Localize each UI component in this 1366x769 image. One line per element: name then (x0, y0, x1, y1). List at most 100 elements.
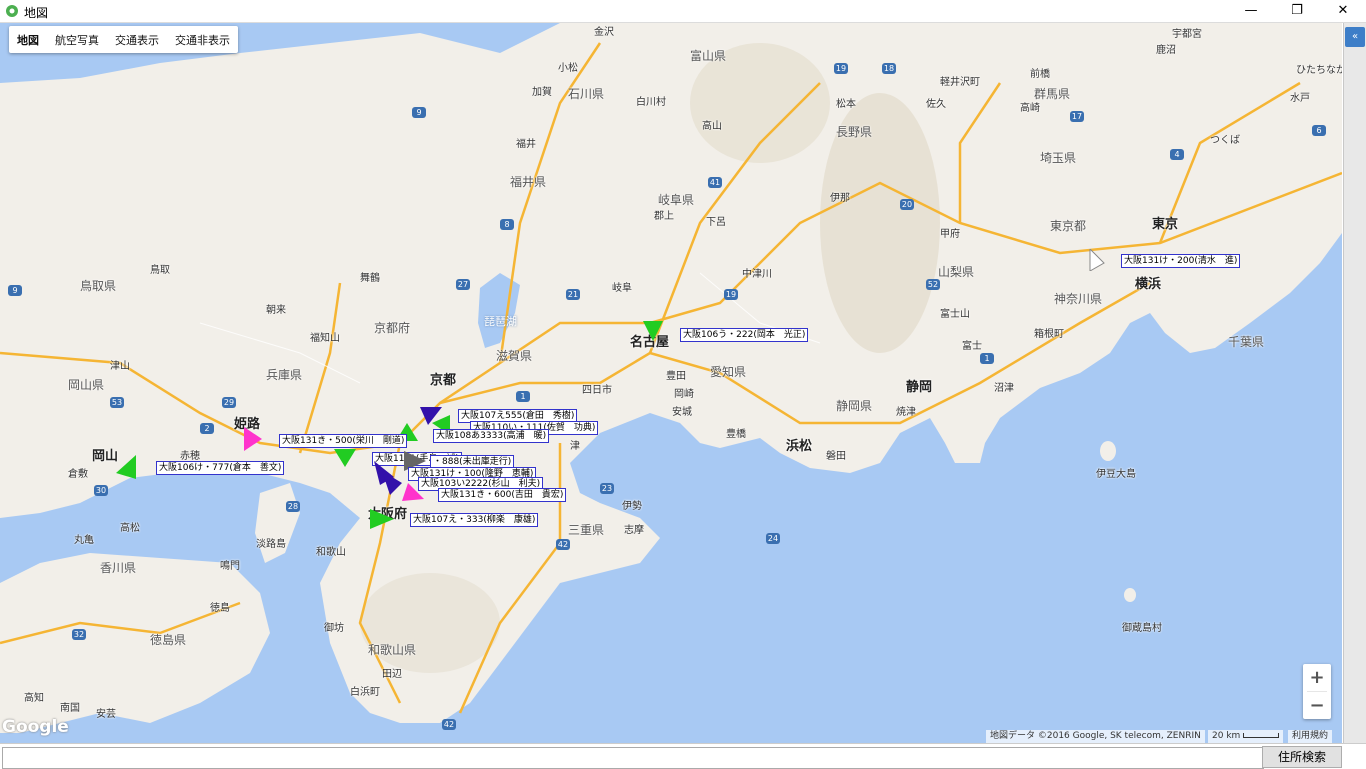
town-label: 白浜町 (350, 687, 380, 698)
town-label: 高松 (120, 523, 140, 534)
route-shield: 24 (766, 533, 780, 544)
vehicle-label[interactable]: 大阪106う・222(岡本 光正) (680, 328, 809, 342)
town-label: 丸亀 (74, 535, 94, 546)
town-label: 富士 (962, 341, 982, 352)
route-shield: 1 (980, 353, 994, 364)
map-base (0, 23, 1342, 743)
app-map-icon (6, 5, 18, 17)
route-shield: 42 (442, 719, 456, 730)
prefecture-label: 兵庫県 (266, 368, 303, 382)
town-label: 津山 (110, 361, 130, 372)
minimize-button[interactable]: — (1228, 0, 1274, 22)
town-label: 御蔵島村 (1122, 623, 1162, 634)
route-shield: 20 (900, 199, 914, 210)
town-label: 伊勢 (622, 501, 642, 512)
vehicle-marker[interactable] (334, 449, 356, 467)
vehicle-marker[interactable] (116, 455, 136, 479)
town-label: 軽井沢町 (940, 77, 980, 88)
town-label: 御坊 (324, 623, 344, 634)
prefecture-label: 三重県 (568, 523, 605, 537)
map-type-selector: 地図 航空写真 交通表示 交通非表示 (9, 26, 238, 53)
zoom-in-button[interactable]: + (1303, 664, 1331, 691)
town-label: 箱根町 (1034, 329, 1064, 340)
prefecture-label: 長野県 (836, 125, 873, 139)
vehicle-label[interactable]: 大阪107え・333(柳楽 康雄) (410, 513, 539, 527)
city-label: 東京 (1152, 217, 1179, 232)
route-shield: 19 (834, 63, 848, 74)
vehicle-marker[interactable] (402, 483, 424, 501)
town-label: 豊橋 (726, 429, 746, 440)
town-label: 加賀 (532, 87, 552, 98)
town-label: 富士山 (940, 309, 970, 320)
town-label: 淡路島 (256, 539, 286, 550)
vehicle-marker[interactable] (244, 427, 262, 451)
vehicle-marker[interactable] (382, 471, 402, 495)
town-label: ひたちなか (1296, 65, 1342, 76)
route-shield: 41 (708, 177, 722, 188)
town-label: 豊田 (666, 371, 686, 382)
prefecture-label: 京都府 (374, 321, 411, 335)
route-shield: 52 (926, 279, 940, 290)
zoom-out-button[interactable]: − (1303, 692, 1331, 719)
route-shield: 30 (94, 485, 108, 496)
town-label: 津 (570, 441, 580, 452)
route-shield: 9 (8, 285, 22, 296)
route-shield: 53 (110, 397, 124, 408)
town-label: 岐阜 (612, 283, 632, 294)
town-label: 磐田 (826, 451, 846, 462)
city-label: 浜松 (786, 439, 813, 454)
route-shield: 29 (222, 397, 236, 408)
route-shield: 4 (1170, 149, 1184, 160)
route-shield: 17 (1070, 111, 1084, 122)
map-type-map[interactable]: 地図 (9, 32, 47, 48)
prefecture-label: 和歌山県 (368, 643, 417, 657)
map-attribution: 地図データ ©2016 Google, SK telecom, ZENRIN (986, 730, 1205, 743)
address-search-button[interactable]: 住所検索 (1262, 746, 1342, 768)
town-label: 中津川 (742, 269, 772, 280)
vehicle-marker[interactable] (1088, 249, 1106, 271)
town-label: 下呂 (706, 217, 726, 228)
google-logo: Google (2, 717, 69, 737)
town-label: 伊豆大島 (1096, 469, 1136, 480)
route-shield: 2 (200, 423, 214, 434)
map-type-traffic-on[interactable]: 交通表示 (107, 32, 167, 48)
vehicle-label[interactable]: 大阪106け・777(倉本 善文) (156, 461, 285, 475)
prefecture-label: 滋賀県 (496, 349, 533, 363)
prefecture-label: 石川県 (568, 87, 605, 101)
close-button[interactable]: ✕ (1320, 0, 1366, 22)
vehicle-label[interactable]: 大阪108あ3333(高浦 暖) (433, 429, 550, 443)
prefecture-label: 埼玉県 (1040, 151, 1077, 165)
town-label: つくば (1210, 135, 1240, 146)
route-shield: 6 (1312, 125, 1326, 136)
prefecture-label: 千葉県 (1228, 335, 1265, 349)
town-label: 高山 (702, 121, 722, 132)
prefecture-label: 香川県 (100, 561, 137, 575)
prefecture-label: 山梨県 (938, 265, 975, 279)
title-bar: 地図 — ❐ ✕ (0, 0, 1366, 23)
vehicle-label[interactable]: 大阪131き・500(栄川 剛道) (279, 434, 408, 448)
vehicle-label[interactable]: 大阪131け・200(清水 進) (1121, 254, 1241, 268)
vehicle-marker[interactable] (643, 321, 663, 341)
route-shield: 28 (286, 501, 300, 512)
vehicle-marker[interactable] (370, 509, 394, 529)
town-label: 朝来 (266, 305, 286, 316)
map-type-traffic-off[interactable]: 交通非表示 (167, 32, 238, 48)
address-input[interactable] (2, 747, 1264, 769)
prefecture-label: 東京都 (1050, 219, 1087, 233)
collapse-panel-icon[interactable]: « (1345, 27, 1365, 47)
map-canvas[interactable]: 地図 航空写真 交通表示 交通非表示 東京 横浜 名古屋 京都 大阪府 静岡 浜… (0, 23, 1342, 743)
town-label: 沼津 (994, 383, 1014, 394)
town-label: 松本 (836, 99, 856, 110)
route-shield: 9 (412, 107, 426, 118)
town-label: 岡崎 (674, 389, 694, 400)
map-type-satellite[interactable]: 航空写真 (47, 32, 107, 48)
maximize-button[interactable]: ❐ (1274, 0, 1320, 22)
terms-link[interactable]: 利用規約 (1288, 730, 1333, 743)
town-label: 水戸 (1290, 93, 1310, 104)
vehicle-label[interactable]: 大阪131き・600(吉田 貴宏) (438, 488, 567, 502)
town-label: 舞鶴 (360, 273, 380, 284)
route-shield: 1 (516, 391, 530, 402)
town-label: 徳島 (210, 603, 230, 614)
town-label: 志摩 (624, 525, 644, 536)
route-shield: 32 (72, 629, 86, 640)
